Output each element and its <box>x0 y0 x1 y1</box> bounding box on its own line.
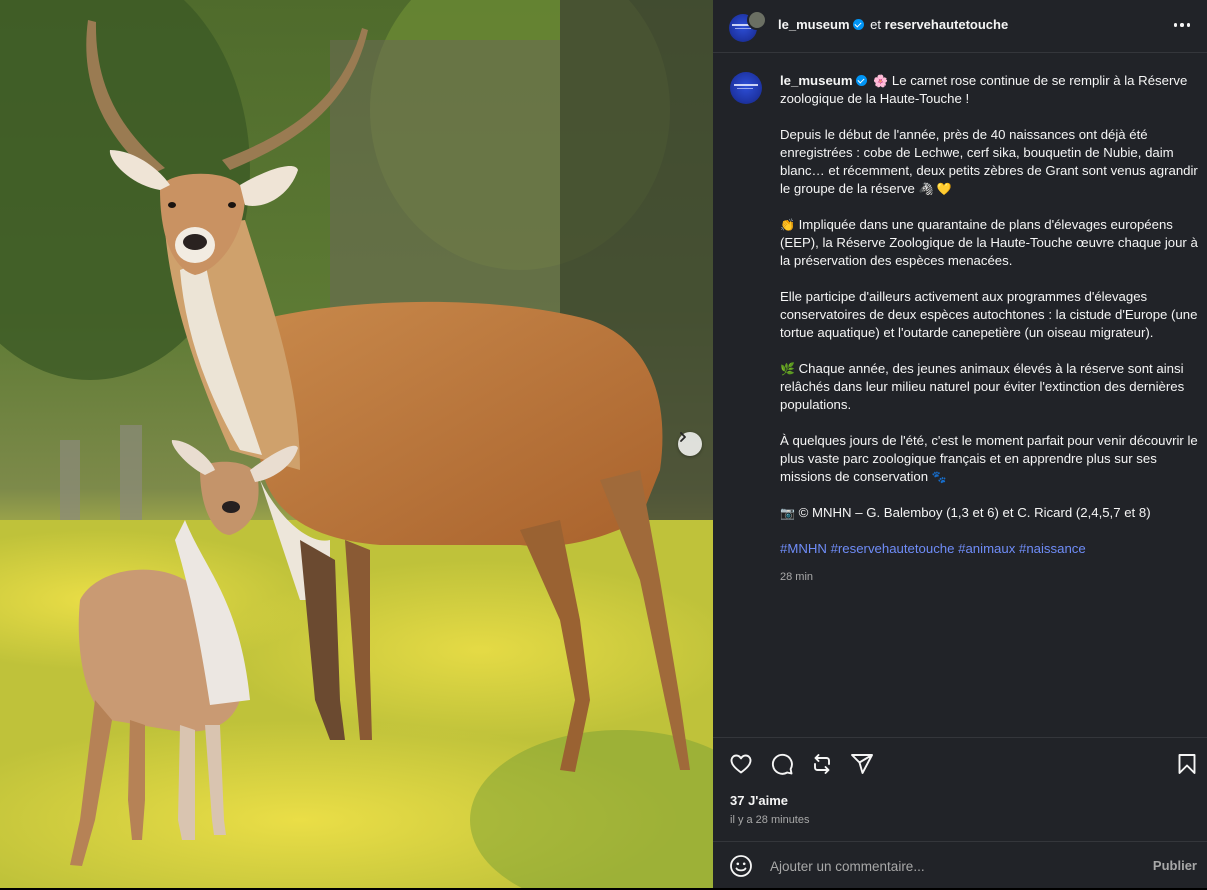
verified-badge-icon <box>852 19 864 30</box>
verified-badge-icon <box>855 75 867 86</box>
chevron-right-icon <box>680 432 686 442</box>
caption-username[interactable]: le_museum <box>780 73 853 88</box>
bookmark-icon[interactable] <box>1175 752 1199 776</box>
collaborator-avatar[interactable] <box>747 10 767 30</box>
herb-emoji: 🌿 <box>780 362 795 376</box>
clap-emoji: 👏 <box>780 218 795 232</box>
caption-para6: À quelques jours de l'été, c'est le mome… <box>780 433 1198 484</box>
post-header-authors: le_museum et reservehautetouche <box>778 17 1008 32</box>
more-icon <box>1173 23 1178 27</box>
post-image[interactable] <box>0 0 713 888</box>
carousel-next-button[interactable] <box>678 432 702 456</box>
caption-para2: Depuis le début de l'année, près de 40 n… <box>780 127 1198 196</box>
caption-text: le_museum 🌸 Le carnet rose continue de s… <box>780 72 1198 586</box>
zebra-heart-emoji: 🦓 💛 <box>918 182 952 196</box>
hashtag-link[interactable]: #reservehautetouche <box>831 541 955 556</box>
antelope-photo <box>0 0 713 888</box>
comment-bar: Publier <box>713 841 1207 890</box>
emoji-icon[interactable] <box>729 854 753 878</box>
post-actions: 37 J'aime il y a 28 minutes Publier <box>713 737 1207 888</box>
comment-input[interactable] <box>770 856 1130 876</box>
likes-count[interactable]: 37 J'aime <box>730 793 788 808</box>
author-username[interactable]: le_museum <box>778 17 850 32</box>
photo-credit: © MNHN – G. Balemboy (1,3 et 6) et C. Ri… <box>798 505 1151 520</box>
post-side-panel: le_museum et reservehautetouche le_museu… <box>713 0 1207 888</box>
camera-emoji: 📷 <box>780 506 795 520</box>
post-time: il y a 28 minutes <box>730 814 810 826</box>
collab-joiner: et <box>870 17 882 32</box>
collaborator-username[interactable]: reservehautetouche <box>885 17 1009 32</box>
repost-icon[interactable] <box>810 752 834 776</box>
more-options-button[interactable] <box>1171 14 1193 36</box>
caption-para3: Impliquée dans une quarantaine de plans … <box>780 217 1198 268</box>
flower-emoji: 🌸 <box>873 74 889 88</box>
hashtags: #MNHN #reservehautetouche #animaux #nais… <box>780 540 1198 558</box>
hashtag-link[interactable]: #animaux <box>958 541 1015 556</box>
heart-icon[interactable] <box>729 752 753 776</box>
paw-emoji: 🐾 <box>931 470 947 484</box>
hashtag-link[interactable]: #MNHN <box>780 541 827 556</box>
share-icon[interactable] <box>850 752 874 776</box>
caption-para4: Elle participe d'ailleurs activement aux… <box>780 289 1198 340</box>
caption-para5: Chaque année, des jeunes animaux élevés … <box>780 361 1185 412</box>
caption-timestamp[interactable]: 28 min <box>780 568 1198 586</box>
hashtag-link[interactable]: #naissance <box>1019 541 1086 556</box>
post-header: le_museum et reservehautetouche <box>713 0 1207 53</box>
publish-button[interactable]: Publier <box>1153 858 1197 873</box>
caption-avatar[interactable] <box>730 72 762 104</box>
comment-icon[interactable] <box>770 752 794 776</box>
